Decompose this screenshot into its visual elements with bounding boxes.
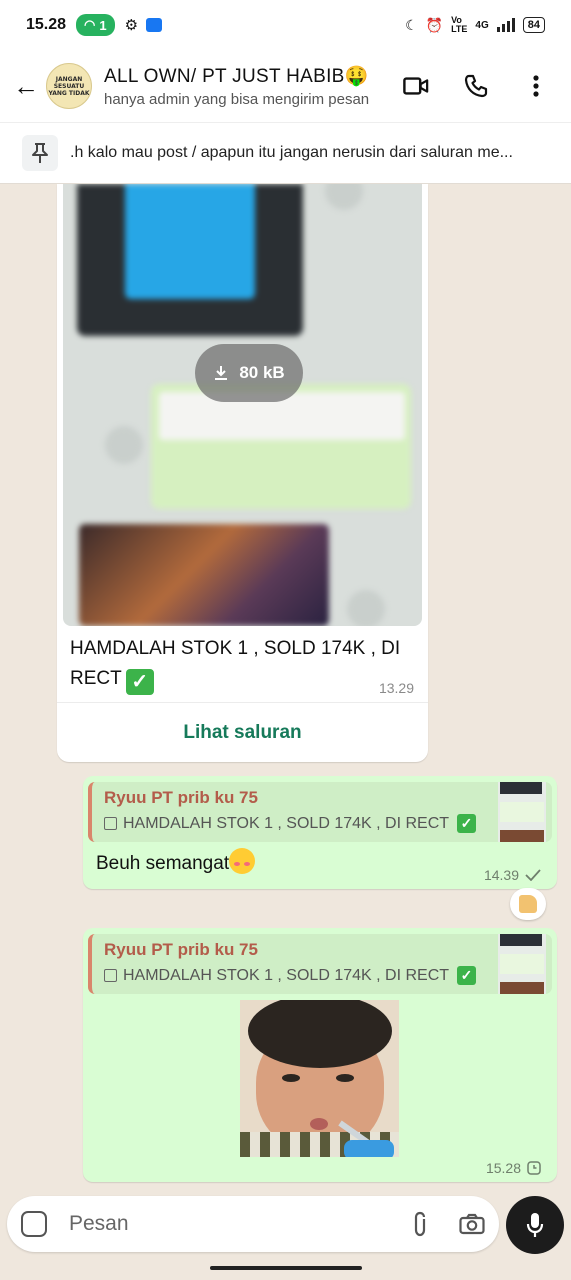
- alarm-icon: ⏰: [425, 16, 444, 33]
- hotspot-count: 1: [99, 17, 107, 33]
- group-avatar[interactable]: JANGAN SESUATU YANG TIDAK: [46, 63, 92, 109]
- pinned-message-bar[interactable]: .h kalo mau post / apapun itu jangan ner…: [0, 122, 571, 184]
- chat-area[interactable]: 80 kB HAMDALAH STOK 1 , SOLD 174K , DI R…: [0, 184, 571, 1196]
- chat-title: ALL OWN/ PT JUST HABIB🤑: [104, 66, 369, 87]
- moon-icon: ☾: [405, 16, 418, 33]
- smiling-hearts-emoji: [229, 848, 256, 874]
- sent-check-icon: [525, 869, 541, 881]
- status-right: ☾ ⏰ Vo LTE 4G 84: [405, 16, 545, 34]
- quoted-thumbnail: [498, 782, 546, 842]
- outgoing-sticker-message[interactable]: Ryuu PT prib ku 75 HAMDALAH STOK 1 , SOL…: [83, 928, 557, 1182]
- message-caption: HAMDALAH STOK 1 , SOLD 174K , DI RECT ✓: [70, 634, 415, 695]
- back-arrow-icon[interactable]: ←: [6, 71, 46, 102]
- quoted-text-row: HAMDALAH STOK 1 , SOLD 174K , DI RECT ✓: [104, 814, 477, 833]
- gesture-home-bar[interactable]: [210, 1266, 362, 1270]
- download-icon: [215, 366, 228, 380]
- camera-icon[interactable]: [459, 1213, 485, 1235]
- blurred-image-preview[interactable]: 80 kB: [63, 184, 422, 626]
- pending-clock-icon: [527, 1161, 541, 1175]
- message-body: Beuh semangat: [96, 853, 230, 874]
- network-type: 4G: [475, 19, 489, 31]
- quoted-text-row: HAMDALAH STOK 1 , SOLD 174K , DI RECT ✓: [104, 966, 477, 985]
- message-time: 14.39: [483, 867, 519, 883]
- quoted-thumbnail: [498, 934, 546, 994]
- chat-subtitle: hanya admin yang bisa mengirim pesan: [104, 91, 370, 108]
- status-time: 15.28: [26, 16, 67, 33]
- quoted-text: HAMDALAH STOK 1 , SOLD 174K , DI RECT: [123, 966, 450, 984]
- message-time: 15.28: [485, 1160, 521, 1176]
- microphone-button[interactable]: [506, 1196, 564, 1254]
- check-mark-emoji: ✓: [457, 966, 477, 985]
- thumbs-up-icon: [519, 895, 537, 913]
- download-size: 80 kB: [239, 363, 285, 382]
- message-time: 13.29: [378, 680, 414, 696]
- quoted-message[interactable]: Ryuu PT prib ku 75 HAMDALAH STOK 1 , SOL…: [88, 934, 552, 994]
- chat-title-area[interactable]: ALL OWN/ PT JUST HABIB🤑 hanya admin yang…: [104, 64, 403, 108]
- volte-icon: Vo LTE: [451, 15, 468, 34]
- message-meta: 14.39: [484, 867, 541, 883]
- composer-bar: Pesan: [0, 1196, 571, 1256]
- avatar-text-1: JANGAN: [55, 75, 83, 83]
- sticker-emoji-icon[interactable]: [21, 1211, 47, 1237]
- app-notification-icon: [146, 18, 163, 32]
- wifi-icon: ◠: [84, 17, 96, 32]
- quoted-text: HAMDALAH STOK 1 , SOLD 174K , DI RECT: [123, 814, 450, 832]
- microphone-icon: [526, 1213, 544, 1237]
- check-mark-emoji: ✓: [125, 669, 154, 695]
- quoted-sender: Ryuu PT prib ku 75: [104, 788, 258, 807]
- check-mark-emoji: ✓: [457, 814, 477, 833]
- avatar-text-3: YANG TIDAK: [48, 89, 90, 97]
- voice-call-icon[interactable]: [463, 73, 489, 99]
- image-icon: [104, 969, 117, 982]
- message-text: Beuh semangat: [96, 848, 256, 875]
- signal-icon: [496, 18, 515, 32]
- status-bar: 15.28 ◠ 1 ⚙ ☾ ⏰ Vo LTE 4G 84: [0, 0, 571, 50]
- battery-icon: 84: [522, 17, 545, 33]
- forwarded-channel-message[interactable]: 80 kB HAMDALAH STOK 1 , SOLD 174K , DI R…: [57, 184, 428, 762]
- quoted-sender: Ryuu PT prib ku 75: [104, 940, 258, 959]
- pinned-text: .h kalo mau post / apapun itu jangan ner…: [70, 144, 513, 161]
- hotspot-badge: ◠ 1: [76, 14, 115, 36]
- image-icon: [104, 817, 117, 830]
- chat-header: ← JANGAN SESUATU YANG TIDAK ALL OWN/ PT …: [0, 50, 571, 122]
- message-meta: 15.28: [486, 1160, 541, 1176]
- pin-icon: [22, 135, 58, 171]
- attach-icon[interactable]: [409, 1211, 431, 1237]
- sticker-image[interactable]: [240, 1000, 399, 1157]
- caption-text: HAMDALAH STOK 1 , SOLD 174K , DI RECT: [70, 638, 401, 689]
- view-channel-button[interactable]: Lihat saluran: [57, 702, 428, 762]
- avatar-text-2: SESUATU: [53, 82, 85, 90]
- download-button[interactable]: 80 kB: [195, 344, 303, 402]
- more-options-icon[interactable]: [523, 73, 549, 99]
- video-call-icon[interactable]: [403, 73, 429, 99]
- message-input-box[interactable]: Pesan: [7, 1196, 499, 1252]
- message-input[interactable]: Pesan: [69, 1212, 409, 1236]
- thumbs-up-reaction[interactable]: [510, 888, 546, 920]
- header-actions: [403, 73, 549, 99]
- outgoing-message[interactable]: Ryuu PT prib ku 75 HAMDALAH STOK 1 , SOL…: [83, 776, 557, 889]
- gear-icon: ⚙: [124, 17, 139, 34]
- battery-level: 84: [527, 19, 540, 31]
- quoted-message[interactable]: Ryuu PT prib ku 75 HAMDALAH STOK 1 , SOL…: [88, 782, 552, 842]
